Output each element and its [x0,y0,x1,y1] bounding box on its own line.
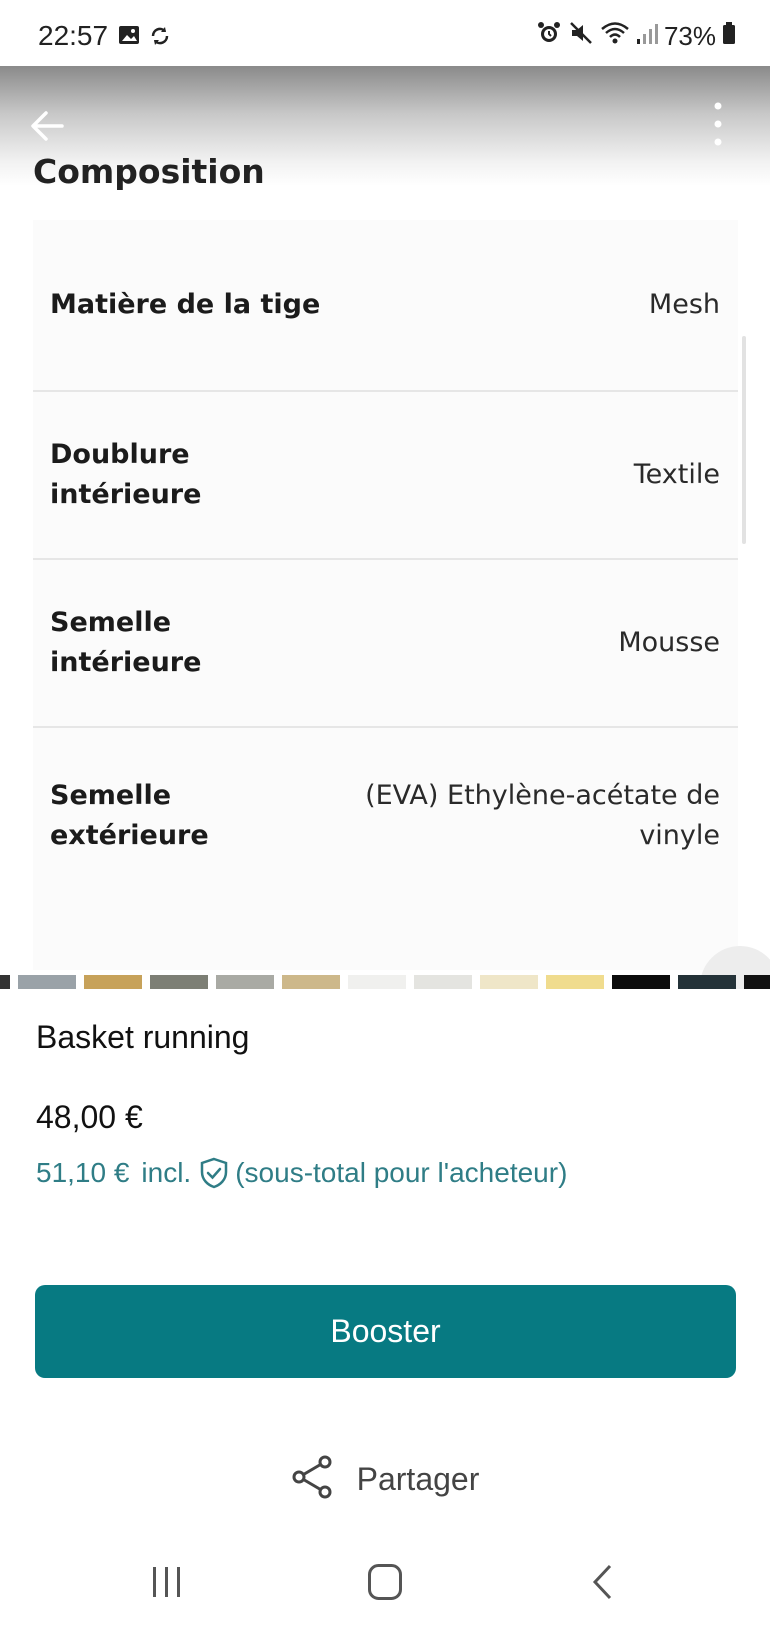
recent-apps-icon[interactable] [150,1565,184,1604]
composition-row: Semelle intérieure Mousse [33,560,738,728]
thumbnail[interactable] [546,975,604,989]
battery-icon [722,21,736,52]
composition-value: Textile [633,459,720,490]
composition-title: Composition [33,152,265,191]
scrollbar[interactable] [742,336,746,544]
thumbnail[interactable] [216,975,274,989]
system-nav-bar [0,1545,770,1625]
composition-label: Semelle extérieure [50,780,209,851]
thumbnail[interactable] [0,975,10,989]
share-button[interactable]: Partager [0,1451,770,1507]
share-icon [291,1455,333,1504]
wifi-icon [600,20,630,53]
thumbnail-strip[interactable] [0,975,770,989]
composition-row: Doublure intérieure Textile [33,392,738,560]
status-bar: 22:57 73% [0,0,770,66]
signal-icon [636,21,658,52]
status-left-icons [118,24,172,53]
buyer-price: 51,10 € [36,1157,130,1188]
item-title: Basket running [36,1019,250,1055]
item-price: 48,00 € [36,1099,143,1135]
composition-label: Matière de la tige [50,289,321,320]
share-label: Partager [356,1460,480,1497]
thumbnail[interactable] [480,975,538,989]
buyer-price-row[interactable]: 51,10 € incl. (sous-total pour l'acheteu… [36,1157,567,1189]
sync-icon [148,24,172,53]
status-time: 22:57 [38,20,109,51]
thumbnail[interactable] [678,975,736,989]
arrow-left-icon [31,111,64,141]
item-bottom-sheet: Basket running 48,00 € 51,10 € incl. (so… [0,989,770,1625]
more-vertical-icon [714,102,722,146]
booster-button[interactable]: Booster [35,1285,736,1378]
composition-table: Matière de la tige Mesh Doublure intérie… [33,220,738,970]
composition-label: Semelle intérieure [50,607,202,678]
thumbnail[interactable] [18,975,76,989]
home-icon[interactable] [367,1563,403,1606]
more-options-button[interactable] [708,100,728,148]
thumbnail[interactable] [282,975,340,989]
mute-icon [568,20,594,53]
thumbnail[interactable] [414,975,472,989]
thumbnail[interactable] [84,975,142,989]
thumbnail[interactable] [744,975,770,989]
status-right-icons: 73% [536,20,736,53]
battery-percent: 73% [663,21,716,51]
composition-value: Mousse [618,627,720,658]
back-icon[interactable] [590,1563,614,1606]
booster-label: Booster [330,1313,441,1349]
buyer-price-note: (sous-total pour l'acheteur) [235,1157,568,1188]
composition-value: Mesh [648,289,720,320]
back-button[interactable] [26,104,70,148]
thumbnail[interactable] [348,975,406,989]
alarm-icon [536,20,562,53]
incl-label: incl. [141,1157,192,1188]
thumbnail[interactable] [612,975,670,989]
composition-label: Doublure intérieure [50,439,202,510]
composition-value: (EVA) Ethylène-acétate de vinyle [365,780,720,851]
thumbnail[interactable] [150,975,208,989]
shield-check-icon [199,1157,229,1189]
gallery-icon [118,24,140,53]
composition-row: Matière de la tige Mesh [33,220,738,392]
composition-row: Semelle extérieure (EVA) Ethylène-acétat… [33,728,738,970]
